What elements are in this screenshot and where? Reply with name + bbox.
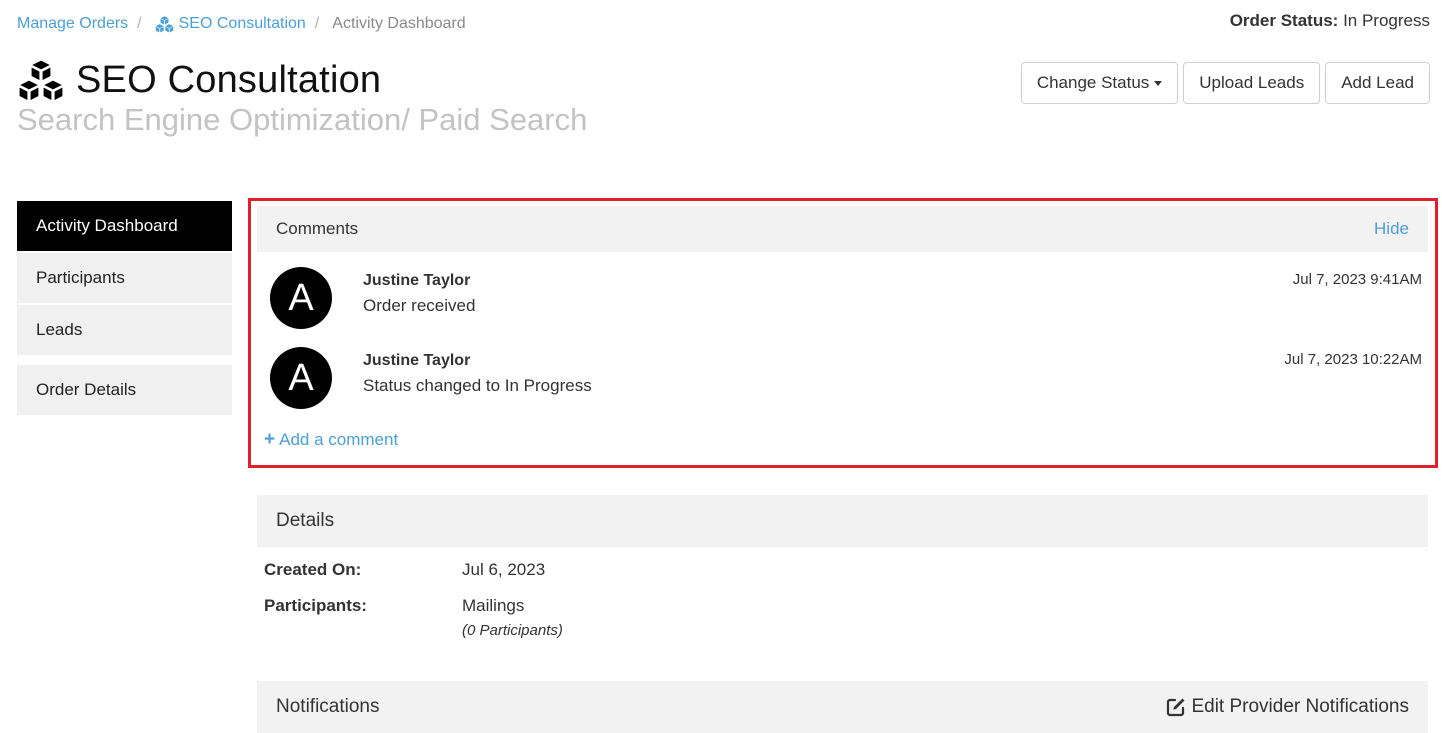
add-comment-label: Add a comment bbox=[279, 430, 399, 449]
sidebar-item-leads[interactable]: Leads bbox=[17, 305, 232, 355]
caret-down-icon bbox=[1154, 80, 1163, 86]
breadcrumb: Manage Orders / SEO Consultation / Activ… bbox=[17, 15, 466, 33]
change-status-button[interactable]: Change Status bbox=[1020, 62, 1179, 104]
breadcrumb-separator: / bbox=[314, 15, 320, 32]
order-status: Order Status: In Progress bbox=[1230, 11, 1430, 31]
avatar: A bbox=[270, 347, 332, 409]
action-buttons: Change Status Upload Leads Add Lead bbox=[1020, 62, 1430, 104]
avatar: A bbox=[270, 267, 332, 329]
cubes-icon bbox=[17, 59, 65, 102]
add-lead-button[interactable]: Add Lead bbox=[1325, 62, 1430, 104]
details-header: Details bbox=[257, 495, 1428, 547]
breadcrumb-order[interactable]: SEO Consultation bbox=[155, 15, 306, 33]
add-comment-link[interactable]: + Add a comment bbox=[264, 429, 398, 451]
details-title: Details bbox=[276, 510, 335, 531]
page-subtitle: Search Engine Optimization/ Paid Search bbox=[17, 102, 588, 137]
comment-text: Order received bbox=[363, 296, 476, 315]
order-status-value: In Progress bbox=[1343, 11, 1430, 30]
notifications-title: Notifications bbox=[276, 696, 380, 717]
comments-header: Comments Hide bbox=[257, 206, 1428, 252]
comment-time: Jul 7, 2023 10:22AM bbox=[1284, 351, 1422, 368]
comment-text: Status changed to In Progress bbox=[363, 376, 592, 395]
sidebar-item-order-details[interactable]: Order Details bbox=[17, 365, 232, 415]
change-status-label: Change Status bbox=[1036, 73, 1150, 92]
comments-title: Comments bbox=[276, 219, 359, 238]
comment-author: Justine Taylor bbox=[363, 352, 471, 369]
edit-icon bbox=[1167, 698, 1185, 717]
participants-value: Mailings bbox=[462, 596, 525, 615]
breadcrumb-manage-orders[interactable]: Manage Orders bbox=[17, 15, 128, 33]
breadcrumb-current: Activity Dashboard bbox=[332, 15, 466, 32]
created-on-value: Jul 6, 2023 bbox=[462, 560, 546, 579]
sidebar-nav: Activity Dashboard Participants Leads Or… bbox=[17, 201, 232, 417]
cubes-icon bbox=[155, 15, 173, 32]
comment-item: A Justine Taylor Status changed to In Pr… bbox=[270, 347, 1422, 409]
participants-count: (0 Participants) bbox=[462, 622, 563, 639]
upload-leads-button[interactable]: Upload Leads bbox=[1183, 62, 1321, 104]
created-on-label: Created On: bbox=[264, 560, 362, 579]
page-title-text: SEO Consultation bbox=[76, 59, 382, 101]
edit-provider-notifications-label: Edit Provider Notifications bbox=[1191, 696, 1409, 717]
page-title: SEO Consultation bbox=[17, 59, 381, 102]
participants-label: Participants: bbox=[264, 596, 367, 615]
comment-item: A Justine Taylor Order received Jul 7, 2… bbox=[270, 267, 1422, 329]
breadcrumb-order-label: SEO Consultation bbox=[178, 15, 306, 32]
comment-time: Jul 7, 2023 9:41AM bbox=[1292, 271, 1422, 288]
comment-author: Justine Taylor bbox=[363, 272, 471, 289]
sidebar-item-participants[interactable]: Participants bbox=[17, 253, 232, 303]
order-status-label: Order Status: bbox=[1229, 11, 1339, 30]
breadcrumb-separator: / bbox=[137, 15, 142, 32]
edit-provider-notifications-link[interactable]: Edit Provider Notifications bbox=[1166, 696, 1409, 718]
sidebar-item-activity-dashboard[interactable]: Activity Dashboard bbox=[17, 201, 232, 251]
notifications-header: Notifications Edit Provider Notification… bbox=[257, 681, 1428, 733]
hide-comments-link[interactable]: Hide bbox=[1374, 219, 1409, 239]
plus-icon: + bbox=[264, 429, 276, 450]
